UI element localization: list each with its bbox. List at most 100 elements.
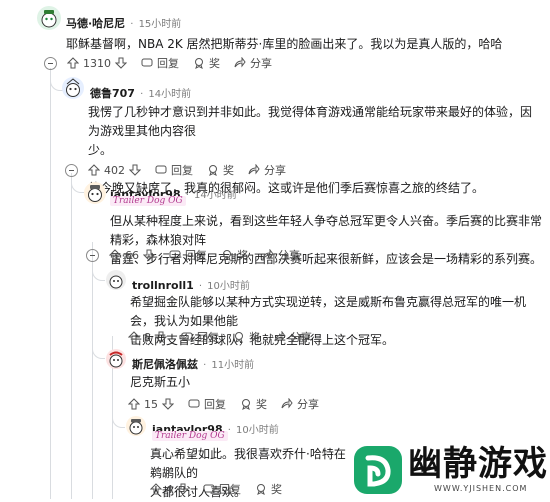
reply-button[interactable]: 回复 <box>203 481 241 497</box>
share-icon <box>281 398 293 409</box>
snoo-avatar-icon <box>88 185 102 202</box>
reply-button[interactable]: 回复 <box>141 55 179 71</box>
username[interactable]: trollnroll1 <box>132 279 194 292</box>
downvote-icon[interactable] <box>129 164 141 176</box>
award-label: 奖 <box>237 249 248 262</box>
comment-actions: 402 回复 奖 分享 <box>65 160 300 180</box>
share-button[interactable]: 分享 <box>234 55 272 71</box>
share-label: 分享 <box>250 57 272 70</box>
award-icon <box>257 484 265 495</box>
timestamp: 10小时前 <box>235 425 279 436</box>
comment-body: 尼克斯五小 <box>130 373 545 392</box>
share-icon <box>262 249 274 260</box>
award-button[interactable]: 奖 <box>207 162 234 178</box>
share-icon <box>274 331 286 342</box>
comment-body: 耶稣基督啊，NBA 2K 居然把斯蒂芬·库里的脸画出来了。我以为是真人版的，哈哈 <box>66 35 536 54</box>
award-button[interactable]: 奖 <box>221 247 248 263</box>
comment-header: 马德·哈尼尼 · 15小时前 <box>66 12 181 31</box>
thread-curve <box>92 268 105 281</box>
reply-button[interactable]: 回复 <box>155 162 193 178</box>
share-button[interactable]: 分享 <box>262 247 300 263</box>
reply-label: 回复 <box>197 331 219 344</box>
award-button[interactable]: 奖 <box>193 55 220 71</box>
award-button[interactable]: 奖 <box>255 481 282 497</box>
downvote-icon[interactable] <box>143 249 155 261</box>
share-button[interactable]: 分享 <box>281 396 319 412</box>
separator-dot: · <box>185 190 189 201</box>
avatar[interactable] <box>106 349 126 369</box>
share-button[interactable]: 分享 <box>274 329 312 345</box>
timestamp: 11小时前 <box>211 360 255 371</box>
avatar[interactable] <box>126 416 146 436</box>
award-label: 奖 <box>256 398 267 411</box>
collapse-icon[interactable] <box>86 248 99 262</box>
comment-line: 耶稣基督啊，NBA 2K 居然把斯蒂芬·库里的脸画出来了。我以为是真人版的，哈哈 <box>66 37 503 51</box>
comment-icon <box>188 399 200 408</box>
comment-header: 德鲁707 · 14小时前 <box>90 82 191 101</box>
upvote-icon[interactable] <box>128 331 140 343</box>
share-icon <box>234 57 246 68</box>
thread-line <box>50 68 51 499</box>
share-label: 分享 <box>264 164 286 177</box>
avatar[interactable] <box>106 270 126 290</box>
award-label: 奖 <box>209 57 220 70</box>
upvote-icon[interactable] <box>109 249 121 261</box>
separator-dot: · <box>198 281 203 292</box>
comment-icon <box>203 484 215 493</box>
upvote-icon[interactable] <box>128 398 140 410</box>
avatar[interactable] <box>84 182 106 204</box>
user-flair: Trailer Dog OG <box>152 431 228 441</box>
thread-curve <box>50 78 63 91</box>
vote-count: 8 <box>144 330 151 344</box>
timestamp: 14小时前 <box>148 89 192 100</box>
collapse-icon[interactable] <box>44 56 57 70</box>
comment-line: 真心希望如此。我很喜欢乔什·哈特在鹈鹕队的 <box>150 447 346 480</box>
upvote-icon[interactable] <box>88 164 100 176</box>
share-icon <box>248 164 260 175</box>
avatar[interactable] <box>37 6 61 30</box>
award-label: 奖 <box>271 483 282 496</box>
thread-curve <box>92 346 105 359</box>
downvote-icon[interactable] <box>162 398 174 410</box>
brand-logo-icon <box>354 446 402 494</box>
upvote-icon[interactable] <box>67 57 79 69</box>
share-label: 分享 <box>290 331 312 344</box>
vote-count: 4 <box>166 482 173 496</box>
reply-label: 回复 <box>204 398 226 411</box>
username[interactable]: 德鲁707 <box>90 87 135 100</box>
award-button[interactable]: 奖 <box>233 329 260 345</box>
comment-header: trollnroll1 · 10小时前 <box>132 274 250 293</box>
separator-dot: · <box>203 360 207 371</box>
share-button[interactable]: 分享 <box>248 162 286 178</box>
comment-icon <box>169 250 181 259</box>
share-label: 分享 <box>297 398 319 411</box>
vote-count: 15 <box>144 397 158 411</box>
award-icon <box>235 332 243 343</box>
vote-count: 66 <box>125 248 139 262</box>
username[interactable]: 斯尼佩洛佩兹 <box>132 358 198 371</box>
reply-label: 回复 <box>171 164 193 177</box>
username[interactable]: 马德·哈尼尼 <box>66 17 125 30</box>
comment-line: 我愣了几秒钟才意识到并非如此。我觉得体育游戏通常能给玩家带来最好的体验，因为游戏… <box>88 105 533 138</box>
downvote-icon[interactable] <box>115 57 127 69</box>
award-icon <box>209 165 217 176</box>
brand-url: WWW.YJISHEN.COM <box>434 484 528 493</box>
snoo-avatar-icon <box>109 275 123 289</box>
comment-line: 少。 <box>88 143 113 157</box>
collapse-icon[interactable] <box>65 163 78 177</box>
snoo-avatar-icon <box>41 10 57 28</box>
award-button[interactable]: 奖 <box>240 396 267 412</box>
downvote-icon[interactable] <box>177 483 189 495</box>
reply-button[interactable]: 回复 <box>181 329 219 345</box>
comment-actions: 1310 回复 奖 分享 <box>44 53 286 73</box>
avatar[interactable] <box>62 77 84 99</box>
comment-line: 希望掘金队能够以某种方式实现逆转，这是威斯布鲁克赢得总冠军的唯一机会，我认为如果… <box>130 295 527 328</box>
reply-label: 回复 <box>219 483 241 496</box>
reply-button[interactable]: 回复 <box>169 247 207 263</box>
upvote-icon[interactable] <box>150 483 162 495</box>
reply-button[interactable]: 回复 <box>188 396 226 412</box>
reply-label: 回复 <box>157 57 179 70</box>
snoo-avatar-icon <box>129 419 143 435</box>
brand-name: 幽静游戏 <box>408 444 548 484</box>
downvote-icon[interactable] <box>155 331 167 343</box>
